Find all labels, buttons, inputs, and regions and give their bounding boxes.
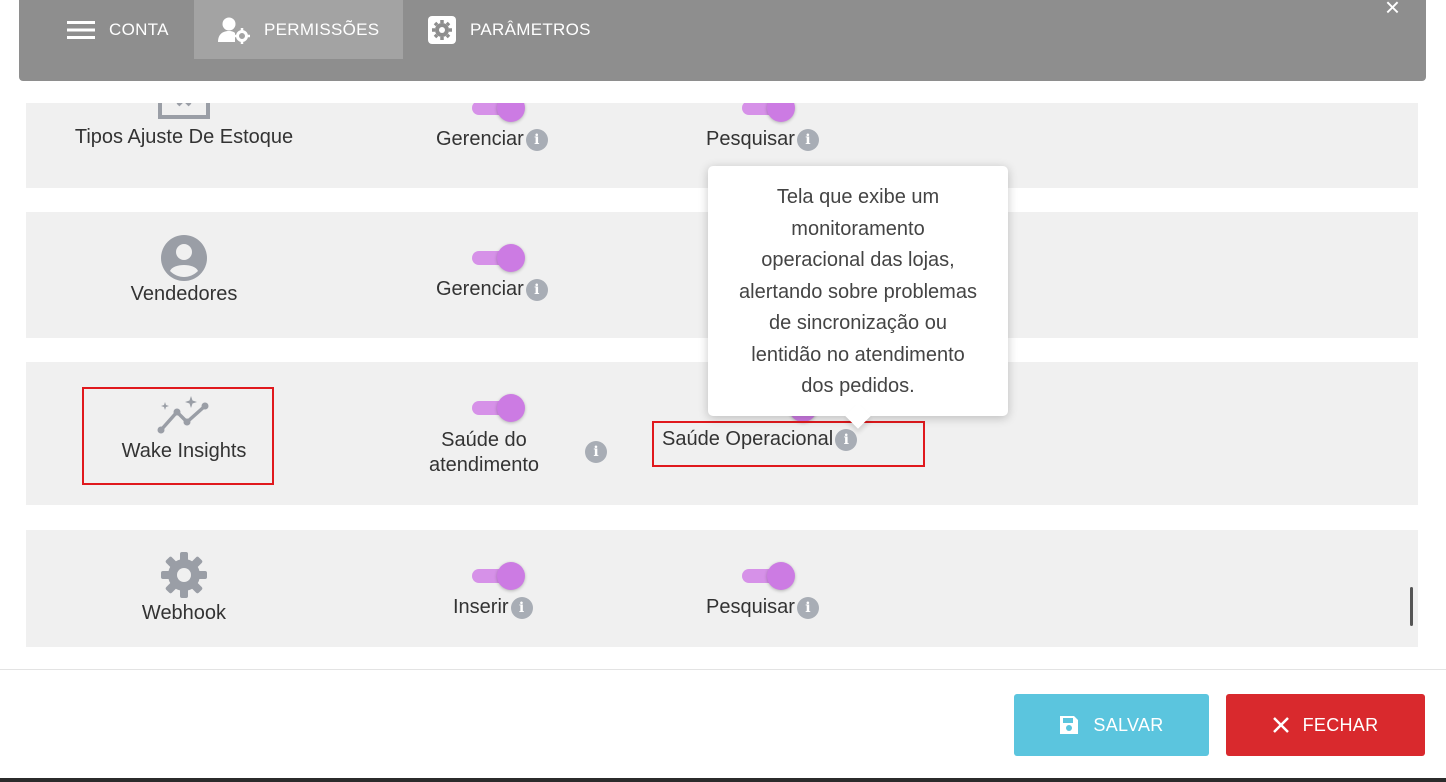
- info-icon[interactable]: i: [525, 128, 548, 151]
- info-icon[interactable]: i: [510, 596, 533, 619]
- tab-label: CONTA: [109, 19, 169, 39]
- tooltip-line: operacional das lojas,: [761, 249, 955, 271]
- info-icon[interactable]: i: [525, 278, 548, 301]
- close-button[interactable]: FECHAR: [1226, 694, 1425, 756]
- save-label: SALVAR: [1093, 714, 1164, 735]
- modal-header: CONTA PERMISSÕES PARÂMETROS ×: [19, 0, 1426, 81]
- close-label: FECHAR: [1302, 714, 1379, 735]
- perm-label: Pesquisar: [706, 128, 795, 150]
- tab-label: PERMISSÕES: [264, 19, 380, 39]
- perm-label: Pesquisar: [706, 596, 795, 618]
- perm-label: Inserir: [453, 596, 509, 618]
- account-circle-icon: [64, 235, 304, 281]
- window-edge: [0, 778, 1446, 782]
- entity-tipos-ajuste: Tipos Ajuste De Estoque: [64, 103, 304, 149]
- user-settings-icon: [218, 16, 250, 44]
- toggle-switch[interactable]: [468, 561, 528, 591]
- perm-pesquisar: Pesquisar i: [706, 596, 819, 619]
- toggle-switch[interactable]: [468, 243, 528, 273]
- entity-label: Vendedores: [130, 283, 238, 305]
- tooltip-line: lentidão no atendimento: [751, 343, 965, 366]
- tooltip-line: dos pedidos.: [801, 375, 915, 397]
- perm-label-line2: atendimento: [428, 454, 540, 476]
- scrollbar[interactable]: [1410, 587, 1413, 626]
- entity-label: Tipos Ajuste De Estoque: [74, 126, 294, 148]
- toggle-switch[interactable]: [738, 103, 798, 123]
- tooltip-line: monitoramento: [791, 217, 925, 240]
- entity-vendedores: Vendedores: [64, 235, 304, 306]
- tooltip-line: Tela que exibe um: [776, 186, 940, 208]
- info-icon[interactable]: i: [585, 441, 607, 463]
- gear-icon: [428, 15, 456, 44]
- perm-label: Gerenciar: [436, 128, 524, 150]
- perm-inserir: Inserir i: [453, 596, 533, 619]
- toggle-switch[interactable]: [468, 393, 528, 423]
- perm-pesquisar: Pesquisar i: [706, 128, 819, 151]
- divider: [0, 669, 1446, 670]
- close-icon: [1272, 717, 1289, 733]
- tooltip-line: de sincronização ou: [769, 312, 947, 334]
- perm-gerenciar: Gerenciar i: [436, 128, 548, 151]
- close-icon[interactable]: ×: [1385, 0, 1400, 20]
- tooltip: Tela que exibe um monitoramento operacio…: [708, 166, 1008, 429]
- perm-label-line1: Saúde do: [441, 429, 527, 451]
- tab-label: PARÂMETROS: [470, 19, 591, 39]
- menu-icon: [67, 20, 95, 40]
- perm-saude-atendimento: Saúde do atendimento: [404, 428, 564, 478]
- save-button[interactable]: SALVAR: [1014, 694, 1209, 756]
- perm-gerenciar: Gerenciar i: [436, 278, 548, 301]
- save-icon: [1059, 715, 1079, 735]
- tab-conta[interactable]: CONTA: [67, 0, 169, 59]
- tooltip-line: alertando sobre problemas: [739, 280, 977, 303]
- permission-row: Webhook: [26, 530, 1418, 647]
- toggle-switch[interactable]: [468, 103, 528, 123]
- gear-icon: [64, 551, 304, 599]
- entity-label: Webhook: [141, 602, 227, 624]
- highlight-box: [652, 421, 925, 467]
- perm-label: Gerenciar: [436, 278, 524, 300]
- info-icon[interactable]: i: [796, 596, 819, 619]
- info-icon[interactable]: i: [796, 128, 819, 151]
- box-x-icon: [64, 103, 304, 119]
- toggle-switch[interactable]: [738, 561, 798, 591]
- highlight-box: [82, 387, 274, 485]
- tab-permissoes[interactable]: PERMISSÕES: [194, 0, 403, 59]
- entity-webhook: Webhook: [64, 551, 304, 625]
- tab-parametros[interactable]: PARÂMETROS: [428, 0, 591, 59]
